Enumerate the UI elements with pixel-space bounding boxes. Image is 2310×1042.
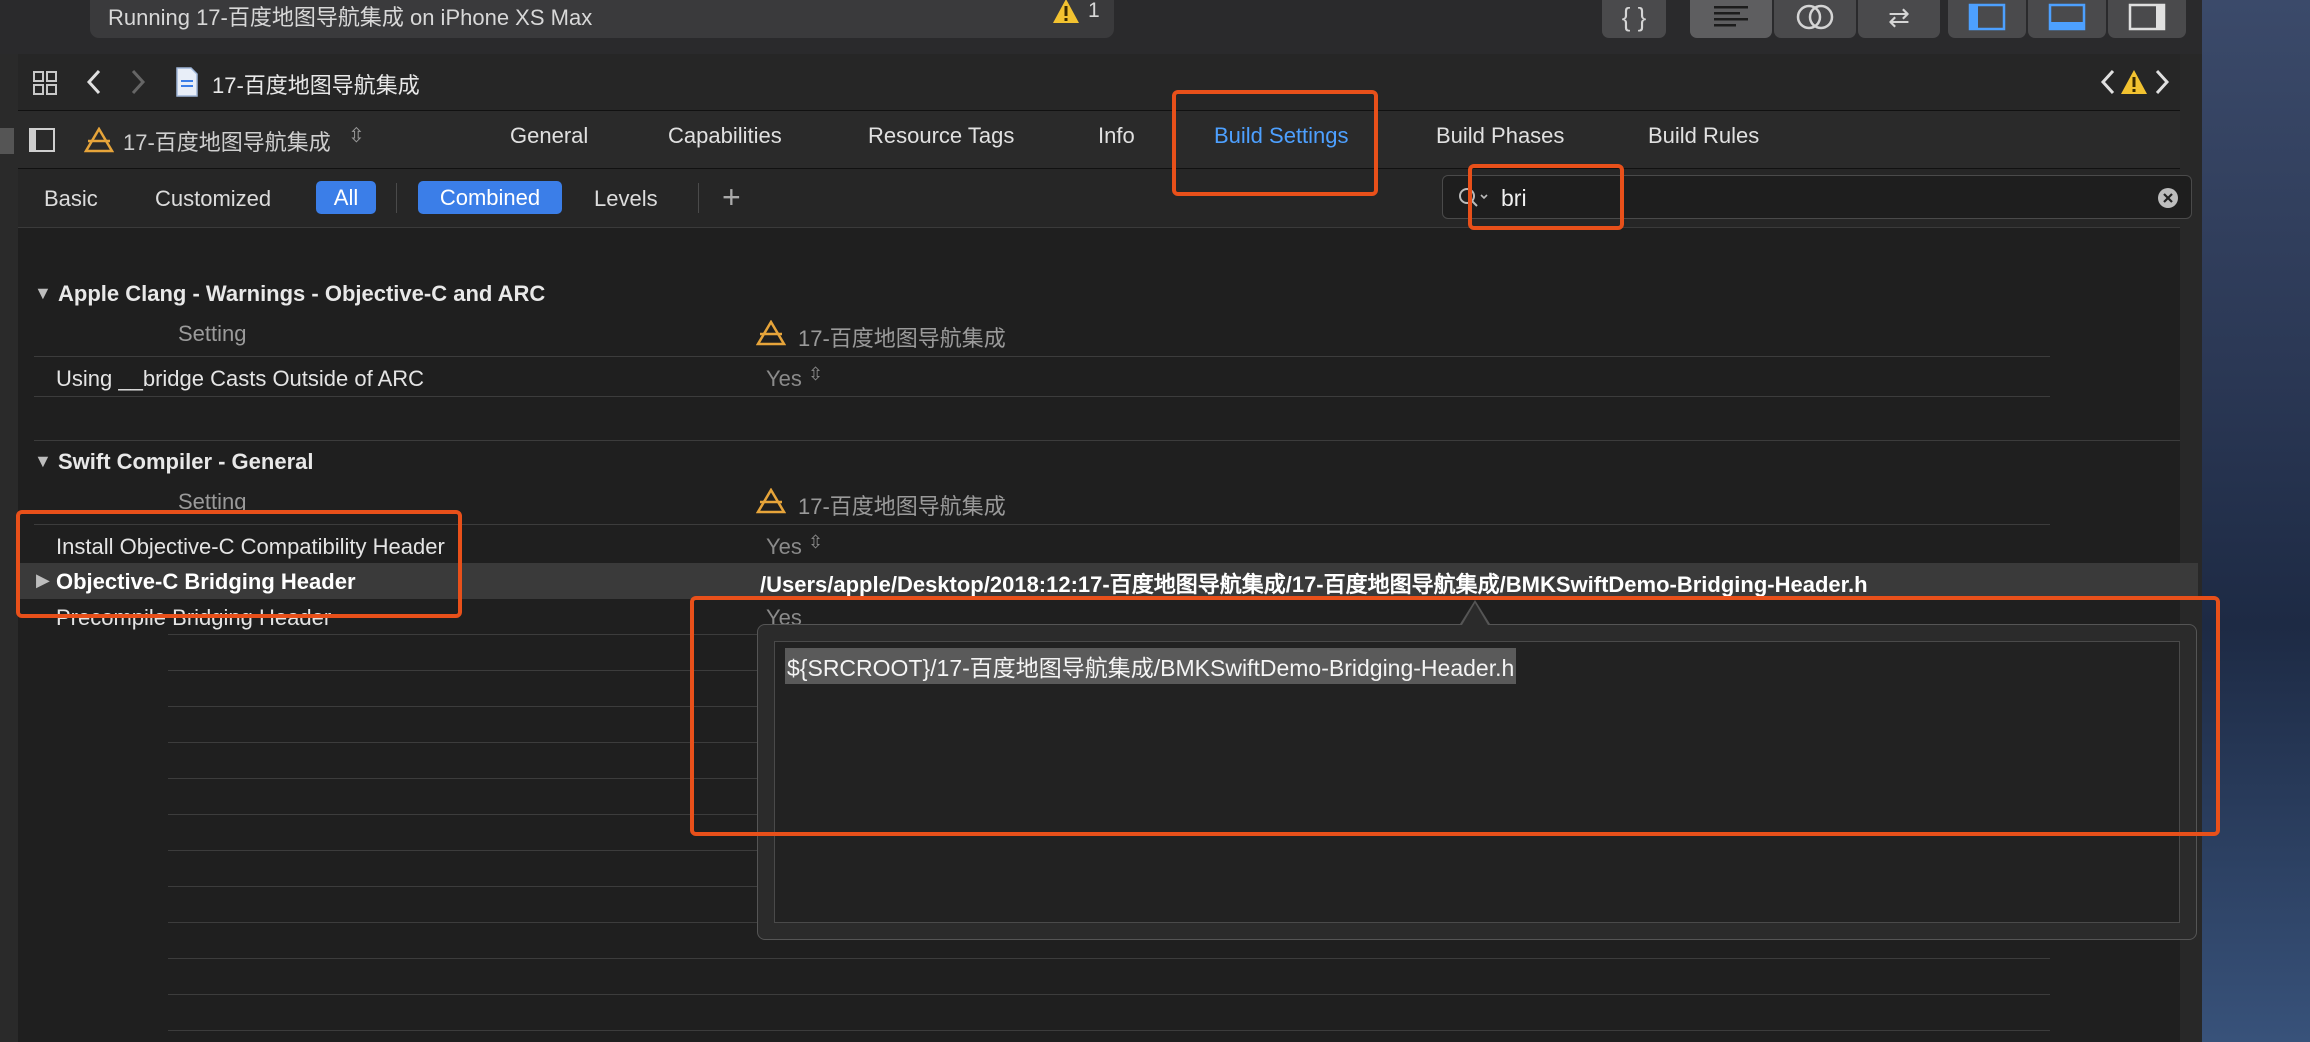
toggle-inspector-button[interactable] bbox=[2108, 0, 2186, 38]
lines-icon bbox=[1714, 6, 1748, 27]
row-divider bbox=[168, 958, 2050, 959]
section-title: Apple Clang - Warnings - Objective-C and… bbox=[58, 281, 546, 306]
jump-bar-file-title[interactable]: 17-百度地图导航集成 bbox=[212, 68, 420, 100]
target-column-header: 17-百度地图导航集成 bbox=[798, 326, 1006, 351]
setting-column-header: Setting bbox=[178, 321, 247, 346]
activity-status-text: Running 17-百度地图导航集成 on iPhone XS Max bbox=[108, 5, 593, 30]
value-stepper-icon[interactable]: ⇳ bbox=[808, 532, 823, 553]
bridging-header-path-value[interactable]: /Users/apple/Desktop/2018:12:17-百度地图导航集成… bbox=[760, 567, 1868, 599]
target-column-icon bbox=[756, 488, 786, 514]
row-divider bbox=[34, 396, 2050, 397]
toggle-navigator-button[interactable] bbox=[1948, 0, 2026, 38]
standard-editor-button[interactable] bbox=[1690, 0, 1772, 38]
related-items-grid-icon[interactable] bbox=[32, 70, 58, 96]
filter-divider-2 bbox=[698, 183, 699, 213]
app-target-icon bbox=[84, 127, 114, 153]
swap-arrows-icon: ⇄ bbox=[1888, 1, 1910, 32]
annotation-box-bridging-header bbox=[16, 510, 462, 618]
version-editor-button[interactable]: ⇄ bbox=[1858, 0, 1940, 38]
filter-divider bbox=[396, 183, 397, 213]
add-setting-button[interactable]: + bbox=[722, 179, 741, 216]
row-divider bbox=[34, 356, 2050, 357]
next-issue-chevron-icon[interactable] bbox=[2152, 68, 2172, 96]
target-column-icon bbox=[756, 320, 786, 346]
navigator-edge-handle[interactable] bbox=[0, 128, 14, 154]
value-stepper-icon[interactable]: ⇳ bbox=[808, 364, 823, 385]
target-column-header: 17-百度地图导航集成 bbox=[798, 494, 1006, 519]
warning-count: 1 bbox=[1088, 0, 1100, 22]
tab-capabilities[interactable]: Capabilities bbox=[668, 123, 782, 149]
tab-resource-tags[interactable]: Resource Tags bbox=[868, 123, 1014, 149]
tab-general[interactable]: General bbox=[510, 123, 588, 149]
jump-bar: 17-百度地图导航集成 bbox=[18, 54, 2180, 111]
tab-build-rules[interactable]: Build Rules bbox=[1648, 123, 1759, 149]
previous-issue-chevron-icon[interactable] bbox=[2098, 68, 2118, 96]
row-divider bbox=[168, 1030, 2050, 1031]
target-selector[interactable]: 17-百度地图导航集成 bbox=[123, 125, 331, 157]
target-updown-icon: ⇳ bbox=[348, 125, 365, 147]
section-divider bbox=[34, 440, 2180, 441]
disclosure-triangle-open-icon[interactable]: ▼ bbox=[34, 451, 52, 472]
filter-levels[interactable]: Levels bbox=[594, 186, 658, 212]
desktop-background bbox=[2202, 0, 2310, 1042]
tab-info[interactable]: Info bbox=[1098, 123, 1135, 149]
right-panel-icon bbox=[2128, 3, 2166, 31]
venn-circles-icon bbox=[1796, 4, 1834, 30]
code-review-button[interactable]: { } bbox=[1602, 0, 1666, 38]
setting-value[interactable]: Yes bbox=[766, 366, 802, 392]
annotation-box-build-settings bbox=[1172, 90, 1378, 196]
filter-basic[interactable]: Basic bbox=[44, 186, 98, 212]
project-file-icon bbox=[176, 67, 198, 97]
project-editor-tab-bar: 17-百度地图导航集成 ⇳ General Capabilities Resou… bbox=[18, 111, 2180, 169]
disclosure-triangle-open-icon[interactable]: ▼ bbox=[34, 283, 52, 304]
toggle-debug-area-button[interactable] bbox=[2028, 0, 2106, 38]
setting-name[interactable]: Using __bridge Casts Outside of ARC bbox=[56, 366, 424, 392]
tab-build-phases[interactable]: Build Phases bbox=[1436, 123, 1564, 149]
window-toolbar: Running 17-百度地图导航集成 on iPhone XS Max 1 {… bbox=[0, 0, 2202, 54]
braces-icon: { } bbox=[1621, 1, 1647, 32]
annotation-box-popover bbox=[690, 596, 2220, 836]
annotation-box-search bbox=[1468, 164, 1624, 230]
row-divider bbox=[168, 994, 2050, 995]
assistant-editor-button[interactable] bbox=[1774, 0, 1856, 38]
show-project-list-icon[interactable] bbox=[28, 127, 56, 153]
filter-all[interactable]: All bbox=[316, 181, 376, 214]
issue-warning-icon[interactable] bbox=[2120, 68, 2148, 96]
bottom-panel-icon bbox=[2048, 3, 2086, 31]
filter-combined[interactable]: Combined bbox=[418, 181, 562, 214]
section-title: Swift Compiler - General bbox=[58, 449, 314, 474]
back-chevron-icon[interactable] bbox=[84, 68, 104, 96]
setting-value[interactable]: Yes bbox=[766, 534, 802, 560]
forward-chevron-icon[interactable] bbox=[128, 68, 148, 96]
activity-status-bar[interactable]: Running 17-百度地图导航集成 on iPhone XS Max 1 bbox=[90, 0, 1114, 38]
left-panel-icon bbox=[1968, 3, 2006, 31]
warning-icon[interactable] bbox=[1052, 0, 1080, 25]
clear-search-icon[interactable] bbox=[2157, 187, 2179, 209]
filter-customized[interactable]: Customized bbox=[155, 186, 271, 212]
